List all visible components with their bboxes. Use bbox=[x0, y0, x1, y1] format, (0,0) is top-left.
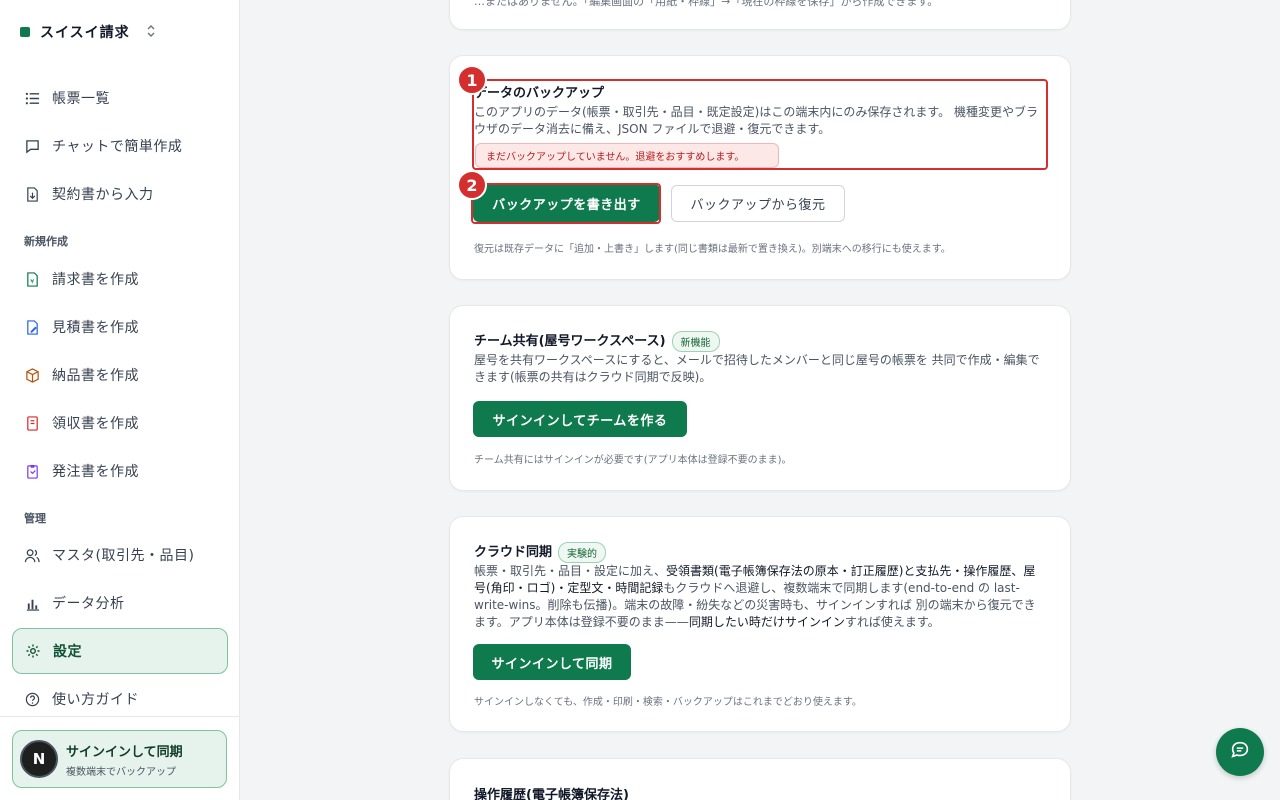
invoice-icon: ¥ bbox=[24, 271, 40, 287]
users-icon bbox=[24, 547, 40, 563]
sidebar-item-create-purchase-order[interactable]: 発注書を作成 bbox=[12, 449, 228, 493]
sidebar-item-label: データ分析 bbox=[52, 596, 125, 612]
chevron-updown-icon bbox=[146, 24, 156, 41]
sidebar-item-master[interactable]: マスタ(取引先・品目) bbox=[12, 533, 228, 577]
clipboard-icon bbox=[24, 463, 40, 479]
cloud-description: 帳票・取引先・品目・設定に加え、受領書類(電子帳簿保存法の原本・訂正履歴)と支払… bbox=[474, 563, 1046, 631]
team-sharing-card: チーム共有(屋号ワークスペース) 新機能 屋号を共有ワークスペースにすると、メール… bbox=[449, 305, 1071, 491]
experimental-badge: 実験的 bbox=[558, 542, 607, 563]
backup-note: 復元は既存データに「追加・上書き」します(同じ書類は最新で置き換え)。別端末への… bbox=[474, 244, 951, 255]
highlight-box-2 bbox=[471, 183, 661, 224]
sidebar-item-settings[interactable]: 設定 bbox=[12, 628, 228, 674]
create-team-button[interactable]: サインインしてチームを作る bbox=[473, 401, 687, 437]
team-description: 屋号を共有ワークスペースにすると、メールで招待したメンバーと同じ屋号の帳票を 共… bbox=[474, 353, 1040, 384]
workspace-switcher[interactable]: スイスイ請求 bbox=[20, 22, 156, 42]
section-label-admin: 管理 bbox=[24, 512, 46, 525]
template-card: …またはありません。「編集画面の「用紙・枠線」→「現在の枠線を保存」から作成でき… bbox=[449, 0, 1071, 30]
cloud-text-3: すれば使えます。 bbox=[844, 615, 940, 629]
chat-icon bbox=[24, 138, 40, 154]
sidebar-item-label: 使い方ガイド bbox=[52, 692, 139, 708]
sidebar-item-label: 見積書を作成 bbox=[52, 320, 139, 336]
sidebar-item-create-invoice[interactable]: ¥ 請求書を作成 bbox=[12, 257, 228, 301]
box-icon bbox=[24, 367, 40, 383]
chat-bubble-icon bbox=[1229, 739, 1251, 765]
svg-text:¥: ¥ bbox=[30, 277, 35, 285]
cloud-text-1: 帳票・取引先・品目・設定に加え、 bbox=[474, 564, 667, 578]
chat-fab-button[interactable] bbox=[1216, 728, 1264, 776]
highlight-box-1 bbox=[472, 79, 1048, 170]
brand-name: スイスイ請求 bbox=[40, 25, 130, 41]
sidebar-item-guide[interactable]: 使い方ガイド bbox=[12, 677, 228, 721]
sidebar-item-create-receipt[interactable]: 領収書を作成 bbox=[12, 401, 228, 445]
sidebar-item-create-delivery[interactable]: 納品書を作成 bbox=[12, 353, 228, 397]
avatar: N bbox=[20, 740, 58, 778]
signin-sync-button[interactable]: サインインして同期 bbox=[473, 644, 631, 680]
file-import-icon bbox=[24, 186, 40, 202]
brand-logo-icon bbox=[20, 27, 30, 37]
team-title: チーム共有(屋号ワークスペース) bbox=[474, 334, 666, 349]
signin-title: サインインして同期 bbox=[66, 744, 183, 760]
cloud-note: サインインしなくても、作成・印刷・検索・バックアップはこれまでどおり使えます。 bbox=[474, 697, 862, 708]
sidebar-item-chat-create[interactable]: チャットで簡単作成 bbox=[12, 124, 228, 168]
template-note: …またはありません。「編集画面の「用紙・枠線」→「現在の枠線を保存」から作成でき… bbox=[474, 0, 939, 8]
section-label-new: 新規作成 bbox=[24, 235, 68, 248]
sidebar-item-label: 設定 bbox=[53, 644, 82, 660]
history-card: 操作履歴(電子帳簿保存法) bbox=[449, 758, 1071, 800]
sidebar: スイスイ請求 帳票一覧 チャットで簡単作成 契約書から入力 新規作成 ¥ 請求書… bbox=[0, 0, 240, 800]
sidebar-item-analytics[interactable]: データ分析 bbox=[12, 581, 228, 625]
sidebar-item-label: 納品書を作成 bbox=[52, 368, 139, 384]
step-marker-2: 2 bbox=[457, 170, 487, 200]
step-marker-1: 1 bbox=[457, 65, 487, 95]
cloud-sync-card: クラウド同期 実験的 帳票・取引先・品目・設定に加え、受領書類(電子帳簿保存法の原… bbox=[449, 516, 1071, 732]
restore-backup-button[interactable]: バックアップから復元 bbox=[671, 185, 845, 222]
receipt-icon bbox=[24, 415, 40, 431]
signin-subtitle: 複数端末でバックアップ bbox=[66, 766, 176, 778]
cloud-title-row: クラウド同期 実験的 bbox=[474, 541, 607, 563]
gear-icon bbox=[25, 643, 41, 659]
sidebar-item-label: 発注書を作成 bbox=[52, 464, 139, 480]
sidebar-item-label: マスタ(取引先・品目) bbox=[52, 548, 195, 564]
sidebar-item-label: 領収書を作成 bbox=[52, 416, 139, 432]
sidebar-item-label: 契約書から入力 bbox=[52, 187, 154, 203]
estimate-icon bbox=[24, 319, 40, 335]
sidebar-item-documents[interactable]: 帳票一覧 bbox=[12, 76, 228, 120]
team-title-row: チーム共有(屋号ワークスペース) 新機能 bbox=[474, 330, 720, 352]
signin-sync-card[interactable]: N サインインして同期 複数端末でバックアップ bbox=[12, 730, 227, 788]
sidebar-item-label: 帳票一覧 bbox=[52, 91, 110, 107]
bar-chart-icon bbox=[24, 595, 40, 611]
team-note: チーム共有にはサインインが必要です(アプリ本体は登録不要のまま)。 bbox=[474, 455, 792, 466]
sidebar-item-contract-input[interactable]: 契約書から入力 bbox=[12, 172, 228, 216]
sidebar-item-label: チャットで簡単作成 bbox=[52, 139, 183, 155]
list-icon bbox=[24, 90, 40, 106]
cloud-title: クラウド同期 bbox=[474, 545, 553, 560]
help-icon bbox=[24, 691, 40, 707]
new-feature-badge: 新機能 bbox=[671, 331, 720, 352]
sidebar-item-create-estimate[interactable]: 見積書を作成 bbox=[12, 305, 228, 349]
sidebar-item-label: 請求書を作成 bbox=[52, 272, 139, 288]
cloud-text-bold-2: 同期したい時だけサインイン bbox=[688, 615, 845, 629]
history-title: 操作履歴(電子帳簿保存法) bbox=[474, 788, 629, 800]
